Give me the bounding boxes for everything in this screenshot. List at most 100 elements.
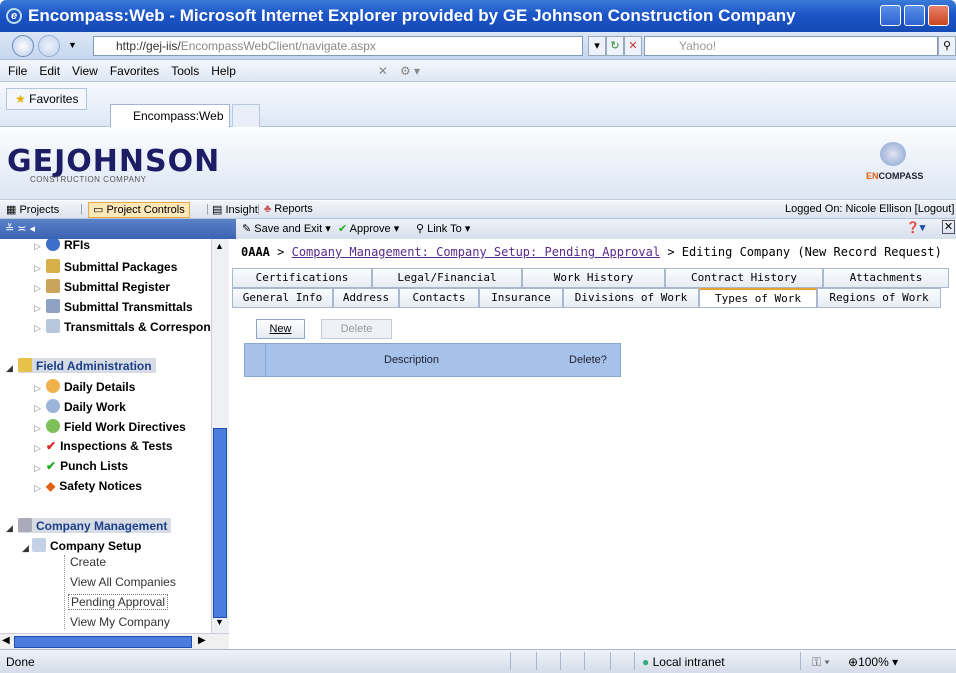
tab-insurance[interactable]: Insurance <box>479 288 563 308</box>
refresh-icon[interactable]: ↻ <box>606 36 624 56</box>
nav-reports-label: Reports <box>274 203 313 215</box>
column-delete[interactable]: Delete? <box>569 354 607 366</box>
sidebar-horizontal-scrollbar[interactable]: ◀ ▶ <box>0 633 229 650</box>
tab-regions-of-work[interactable]: Regions of Work <box>817 288 941 308</box>
ie-icon: e <box>6 8 22 24</box>
sidebar-item-safety-notices[interactable]: ◆ Safety Notices <box>46 479 142 493</box>
tab-label: Divisions of Work <box>574 291 688 304</box>
nav-insight[interactable]: ▤ Insight <box>212 203 258 216</box>
scrollbar-thumb[interactable] <box>213 428 227 618</box>
tab-general-info[interactable]: General Info <box>232 288 333 308</box>
sidebar-sublabel: View My Company <box>70 615 170 629</box>
tab-legal-financial[interactable]: Legal/Financial <box>372 268 522 288</box>
menu-help[interactable]: Help <box>211 64 236 78</box>
tab-contacts[interactable]: Contacts <box>399 288 479 308</box>
tab-attachments[interactable]: Attachments <box>823 268 949 288</box>
new-button[interactable]: New <box>256 319 305 339</box>
link-to-label: Link To <box>427 223 462 235</box>
sidebar-item-submittal-register[interactable]: Submittal Register <box>46 279 170 294</box>
forward-icon[interactable] <box>38 35 60 57</box>
back-icon[interactable] <box>12 35 34 57</box>
nav-reports[interactable]: ♣ Reports <box>264 203 313 215</box>
sidebar-item-field-work-directives[interactable]: Field Work Directives <box>46 419 186 434</box>
history-dropdown-icon[interactable]: ▼ <box>68 40 77 50</box>
status-divider <box>536 652 537 670</box>
tab-contract-history[interactable]: Contract History <box>665 268 823 288</box>
address-input[interactable]: http://gej-iis/EncompassWebClient/naviga… <box>93 36 583 56</box>
scroll-down-icon[interactable]: ▼ <box>215 617 224 627</box>
save-exit-button[interactable]: ✎ Save and Exit ▾ <box>242 222 331 235</box>
minimize-button[interactable] <box>880 5 901 26</box>
close-panel-icon[interactable]: ✕ <box>942 220 955 234</box>
close-button[interactable] <box>928 5 949 26</box>
sidebar-group-company-management[interactable]: Company Management <box>18 518 172 533</box>
help-icon[interactable]: ❓▾ <box>906 221 925 234</box>
register-icon <box>46 279 60 293</box>
menu-edit[interactable]: Edit <box>39 64 60 78</box>
sidebar-subitem-view-all-companies[interactable]: View All Companies <box>70 575 176 589</box>
menu-favorites[interactable]: Favorites <box>110 64 159 78</box>
link-to-button[interactable]: ⚲ Link To ▾ <box>416 222 470 235</box>
sidebar-subitem-create[interactable]: Create <box>70 555 106 569</box>
sidebar-item-rfis[interactable]: RFIs <box>46 239 90 252</box>
sidebar-item-punch-lists[interactable]: ✔ Punch Lists <box>46 459 128 473</box>
sidebar-item-submittal-packages[interactable]: Submittal Packages <box>46 259 177 274</box>
sidebar-item-company-setup[interactable]: Company Setup <box>32 538 141 553</box>
breadcrumb-sep: > <box>667 245 675 259</box>
tab-label: Regions of Work <box>829 291 929 304</box>
hscroll-thumb[interactable] <box>14 636 192 648</box>
search-icon[interactable]: ⚲ <box>938 36 956 56</box>
scroll-up-icon[interactable]: ▲ <box>215 241 224 251</box>
sidebar-group-field-administration[interactable]: Field Administration <box>18 358 156 373</box>
menu-file[interactable]: File <box>8 64 27 78</box>
stop-icon[interactable]: ✕ <box>624 36 642 56</box>
tab-divisions-of-work[interactable]: Divisions of Work <box>563 288 699 308</box>
field-admin-icon <box>18 358 32 372</box>
sidebar-item-daily-work[interactable]: Daily Work <box>46 399 126 414</box>
zoom-level: 100% <box>858 655 889 669</box>
nav-projects[interactable]: ▦ Projects <box>6 203 59 216</box>
sidebar-item-submittal-transmittals[interactable]: Submittal Transmittals <box>46 299 193 314</box>
transmittal-icon <box>46 299 60 313</box>
sidebar-subitem-pending-approval[interactable]: Pending Approval <box>68 594 169 610</box>
sidebar-item-transmittals[interactable]: Transmittals & Correspond <box>46 319 218 334</box>
tab-work-history[interactable]: Work History <box>522 268 665 288</box>
tab-address[interactable]: Address <box>333 288 399 308</box>
close-toolbar-icon[interactable]: ✕ <box>378 64 388 78</box>
menu-view[interactable]: View <box>72 64 98 78</box>
protected-mode-icon[interactable]: ⚿ ▾ <box>812 655 830 670</box>
browser-tab-encompass[interactable]: Encompass:Web <box>110 104 230 127</box>
sidebar-subitem-view-my-company[interactable]: View My Company <box>70 615 170 629</box>
breadcrumb-root[interactable]: 0AAA <box>241 245 270 259</box>
nav-project-controls[interactable]: ▭ Project Controls <box>88 202 190 218</box>
sidebar-label: Field Work Directives <box>64 420 186 434</box>
menu-tools[interactable]: Tools <box>171 64 199 78</box>
sidebar-item-inspections-tests[interactable]: ✔ Inspections & Tests <box>46 439 173 453</box>
sidebar-item-daily-details[interactable]: Daily Details <box>46 379 135 394</box>
zoom-icon: ⊕ <box>848 655 859 669</box>
logout-link[interactable]: [Logout] <box>915 203 955 215</box>
daily-details-icon <box>46 379 60 393</box>
tool-dropdown-icon[interactable]: ⚙ ▾ <box>400 64 420 78</box>
maximize-button[interactable] <box>904 5 925 26</box>
favorites-button[interactable]: ★ Favorites <box>6 88 88 110</box>
status-divider <box>560 652 561 670</box>
search-input[interactable]: Yahoo! <box>644 36 938 56</box>
company-logo: GEJOHNSON <box>7 144 220 179</box>
scroll-right-icon[interactable]: ▶ <box>198 635 206 646</box>
collapse-icons[interactable]: ≚ ≍ ◂ <box>5 222 35 235</box>
approve-button[interactable]: ✔ Approve ▾ <box>338 222 399 235</box>
scroll-left-icon[interactable]: ◀ <box>2 635 10 646</box>
delete-button[interactable]: Delete <box>321 319 392 339</box>
brand-compass: COMPASS <box>878 171 924 181</box>
new-tab-button[interactable] <box>232 104 260 127</box>
tab-types-of-work[interactable]: Types of Work <box>699 288 817 308</box>
address-dropdown-icon[interactable]: ▾ <box>588 36 606 56</box>
intranet-icon: ● <box>642 655 650 669</box>
breadcrumb-link[interactable]: Company Management: Company Setup: Pendi… <box>292 245 660 259</box>
column-description[interactable]: Description <box>384 354 439 366</box>
tab-certifications[interactable]: Certifications <box>232 268 372 288</box>
sidebar-label: Safety Notices <box>59 479 142 493</box>
zoom-control[interactable]: ⊕100% ▾ <box>848 655 898 669</box>
sidebar-sublabel: Pending Approval <box>71 595 166 609</box>
